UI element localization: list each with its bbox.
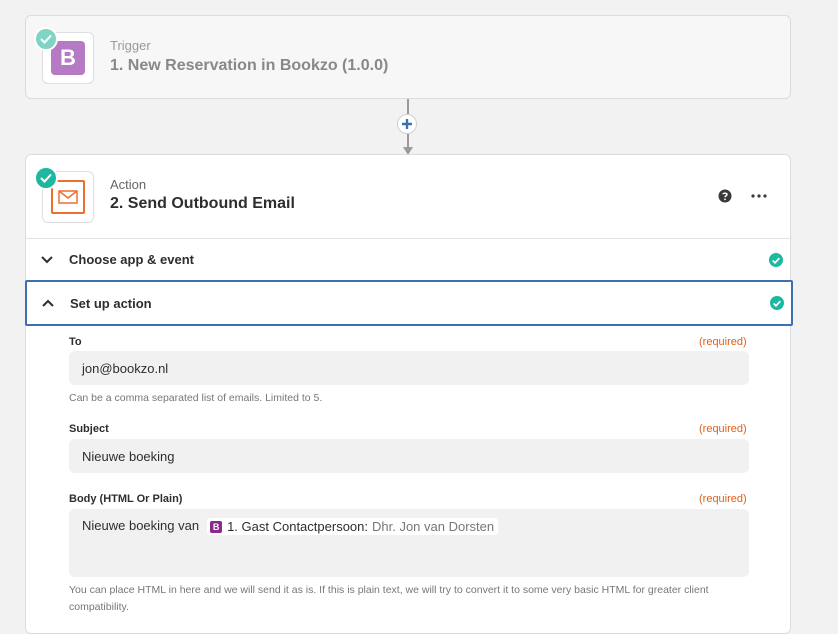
action-complete-check-icon <box>34 166 58 190</box>
subject-field-label: Subject <box>69 423 109 435</box>
to-input[interactable]: jon@bookzo.nl <box>69 351 749 385</box>
body-text: Nieuwe boeking van <box>82 518 200 533</box>
action-step-card: Action 2. Send Outbound Email Choose app… <box>25 154 793 634</box>
help-icon[interactable] <box>718 189 732 203</box>
body-required-label: (required) <box>699 493 747 505</box>
plus-icon <box>402 119 412 129</box>
more-options-icon[interactable] <box>750 189 768 203</box>
bookzo-pill-icon: B <box>210 520 223 533</box>
section-choose-label: Choose app & event <box>69 252 194 267</box>
bookzo-logo: B <box>51 41 85 75</box>
connector-line-top <box>407 99 409 114</box>
action-title: 2. Send Outbound Email <box>110 195 295 212</box>
subject-required-label: (required) <box>699 423 747 435</box>
trigger-title: 1. New Reservation in Bookzo (1.0.0) <box>110 57 389 74</box>
mapped-field-pill[interactable]: B 1. Gast Contactpersoon: Dhr. Jon van D… <box>207 518 499 535</box>
connector-line-bottom <box>407 134 409 148</box>
trigger-type-label: Trigger <box>110 38 151 53</box>
to-field-label: To <box>69 336 82 348</box>
add-step-button[interactable] <box>397 114 417 134</box>
body-input[interactable]: Nieuwe boeking van B 1. Gast Contactpers… <box>69 509 749 577</box>
section-setup-label: Set up action <box>70 296 152 311</box>
trigger-complete-check-icon <box>34 27 58 51</box>
body-hint: You can place HTML in here and we will s… <box>69 584 709 613</box>
chevron-up-icon <box>42 299 54 307</box>
pill-label: 1. Gast Contactpersoon: <box>227 519 368 534</box>
to-required-label: (required) <box>699 336 747 348</box>
section-complete-check-icon <box>770 296 784 310</box>
pill-value: Dhr. Jon van Dorsten <box>372 519 495 534</box>
section-complete-check-icon <box>769 253 783 267</box>
section-set-up-action[interactable]: Set up action <box>25 280 793 326</box>
trigger-step-card[interactable]: B Trigger 1. New Reservation in Bookzo (… <box>25 15 791 99</box>
to-hint: Can be a comma separated list of emails.… <box>69 392 323 404</box>
body-field-label: Body (HTML Or Plain) <box>69 493 183 505</box>
subject-input[interactable]: Nieuwe boeking <box>69 439 749 473</box>
envelope-icon <box>51 180 85 214</box>
action-type-label: Action <box>110 177 147 192</box>
section-choose-app-event[interactable]: Choose app & event <box>26 238 792 280</box>
chevron-down-icon <box>41 256 53 264</box>
